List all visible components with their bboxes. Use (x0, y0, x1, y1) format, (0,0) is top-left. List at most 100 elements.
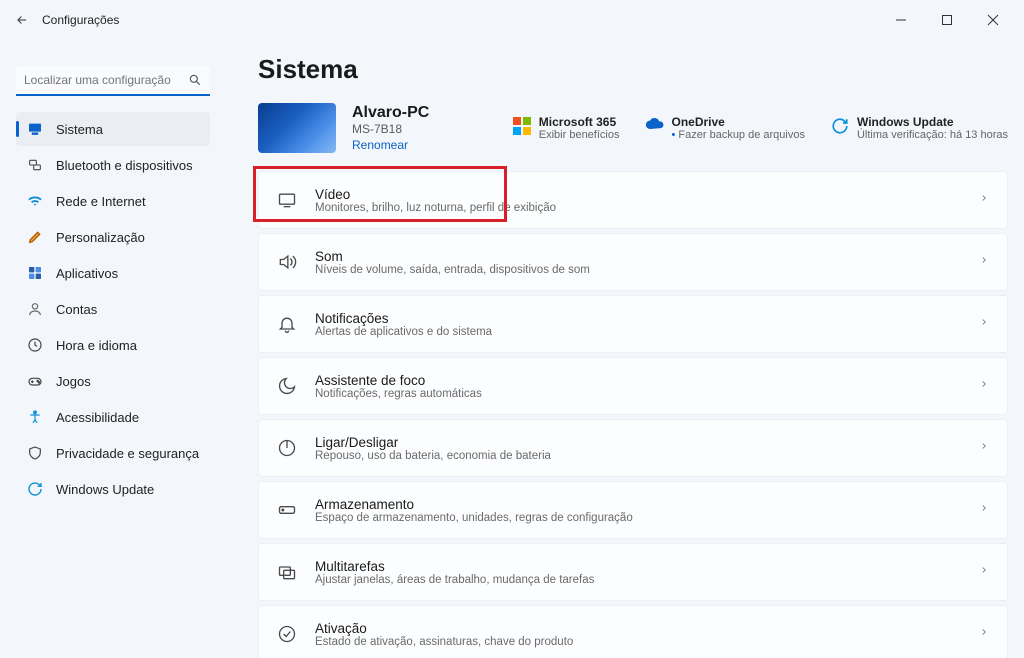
bluetooth-icon (26, 156, 44, 174)
settings-row-multi[interactable]: MultitarefasAjustar janelas, áreas de tr… (258, 543, 1008, 601)
power-icon (277, 438, 297, 458)
sidebar-item-label: Acessibilidade (56, 410, 139, 425)
back-button[interactable] (8, 6, 36, 34)
sistema-icon (26, 120, 44, 138)
sidebar-item-label: Sistema (56, 122, 103, 137)
row-title: Armazenamento (315, 497, 979, 512)
row-subtitle: Monitores, brilho, luz noturna, perfil d… (315, 202, 979, 214)
sidebar-item-sistema[interactable]: Sistema (16, 112, 210, 146)
acessibilidade-icon (26, 408, 44, 426)
window-title: Configurações (42, 13, 119, 27)
sidebar-item-jogos[interactable]: Jogos (16, 364, 210, 398)
device-thumbnail (258, 103, 336, 153)
settings-row-power[interactable]: Ligar/DesligarRepouso, uso da bateria, e… (258, 419, 1008, 477)
row-title: Ligar/Desligar (315, 435, 979, 450)
minimize-button[interactable] (878, 4, 924, 36)
row-title: Assistente de foco (315, 373, 979, 388)
header-link-sub: Fazer backup de arquivos (671, 129, 805, 141)
settings-row-video[interactable]: VídeoMonitores, brilho, luz noturna, per… (258, 171, 1008, 229)
row-subtitle: Notificações, regras automáticas (315, 388, 979, 400)
header-link-m365[interactable]: Microsoft 365Exibir benefícios (513, 115, 620, 141)
row-title: Vídeo (315, 187, 979, 202)
settings-row-som[interactable]: SomNíveis de volume, saída, entrada, dis… (258, 233, 1008, 291)
header-link-title: OneDrive (671, 115, 805, 129)
foco-icon (277, 376, 297, 396)
chevron-right-icon (979, 501, 989, 520)
row-subtitle: Ajustar janelas, áreas de trabalho, muda… (315, 574, 979, 586)
settings-row-ativ[interactable]: AtivaçãoEstado de ativação, assinaturas,… (258, 605, 1008, 658)
sidebar: Sistema Bluetooth e dispositivos Rede e In… (0, 40, 218, 658)
som-icon (277, 252, 297, 272)
sidebar-item-label: Contas (56, 302, 97, 317)
chevron-right-icon (979, 625, 989, 644)
settings-row-foco[interactable]: Assistente de focoNotificações, regras a… (258, 357, 1008, 415)
title-bar: Configurações (0, 0, 1024, 40)
sidebar-item-bluetooth[interactable]: Bluetooth e dispositivos (16, 148, 210, 182)
main-content: Sistema Alvaro-PC MS-7B18 Renomear Micro… (218, 40, 1024, 658)
row-subtitle: Repouso, uso da bateria, economia de bat… (315, 450, 979, 462)
personalizacao-icon (26, 228, 44, 246)
sidebar-item-privacidade[interactable]: Privacidade e segurança (16, 436, 210, 470)
header-links: Microsoft 365Exibir benefícios OneDriveFa… (513, 115, 1008, 141)
search-input[interactable] (16, 66, 210, 96)
video-icon (277, 190, 297, 210)
sidebar-item-label: Aplicativos (56, 266, 118, 281)
row-title: Multitarefas (315, 559, 979, 574)
privacidade-icon (26, 444, 44, 462)
header-link-title: Windows Update (857, 115, 1008, 129)
sidebar-item-rede[interactable]: Rede e Internet (16, 184, 210, 218)
maximize-button[interactable] (924, 4, 970, 36)
header-link-title: Microsoft 365 (539, 115, 620, 129)
chevron-right-icon (979, 191, 989, 210)
sidebar-item-label: Rede e Internet (56, 194, 146, 209)
sidebar-item-label: Bluetooth e dispositivos (56, 158, 193, 173)
sidebar-item-acessibilidade[interactable]: Acessibilidade (16, 400, 210, 434)
chevron-right-icon (979, 315, 989, 334)
header-link-wupdate[interactable]: Windows UpdateÚltima verificação: há 13 … (831, 115, 1008, 141)
hora-icon (26, 336, 44, 354)
notif-icon (277, 314, 297, 334)
header-link-onedrive[interactable]: OneDriveFazer backup de arquivos (645, 115, 805, 141)
sidebar-item-personalizacao[interactable]: Personalização (16, 220, 210, 254)
chevron-right-icon (979, 563, 989, 582)
rename-link[interactable]: Renomear (352, 138, 429, 152)
update-icon (26, 480, 44, 498)
search-wrap (16, 66, 210, 96)
row-title: Ativação (315, 621, 979, 636)
sidebar-item-label: Hora e idioma (56, 338, 137, 353)
row-title: Som (315, 249, 979, 264)
wupdate-icon (831, 117, 849, 135)
row-subtitle: Espaço de armazenamento, unidades, regra… (315, 512, 979, 524)
device-card: Alvaro-PC MS-7B18 Renomear Microsoft 365… (258, 103, 1008, 153)
sidebar-item-hora[interactable]: Hora e idioma (16, 328, 210, 362)
multi-icon (277, 562, 297, 582)
chevron-right-icon (979, 253, 989, 272)
row-subtitle: Estado de ativação, assinaturas, chave d… (315, 636, 979, 648)
sidebar-item-label: Personalização (56, 230, 145, 245)
storage-icon (277, 500, 297, 520)
settings-row-storage[interactable]: ArmazenamentoEspaço de armazenamento, un… (258, 481, 1008, 539)
device-model: MS-7B18 (352, 122, 429, 136)
header-link-sub: Última verificação: há 13 horas (857, 129, 1008, 141)
device-info: Alvaro-PC MS-7B18 Renomear (352, 104, 429, 152)
chevron-right-icon (979, 377, 989, 396)
close-button[interactable] (970, 4, 1016, 36)
settings-rows: VídeoMonitores, brilho, luz noturna, per… (258, 171, 1008, 658)
page-title: Sistema (258, 54, 1008, 85)
row-title: Notificações (315, 311, 979, 326)
aplicativos-icon (26, 264, 44, 282)
onedrive-icon (645, 117, 663, 135)
device-name: Alvaro-PC (352, 104, 429, 122)
sidebar-item-label: Jogos (56, 374, 91, 389)
rede-icon (26, 192, 44, 210)
nav-list: Sistema Bluetooth e dispositivos Rede e In… (16, 112, 210, 506)
ativ-icon (277, 624, 297, 644)
chevron-right-icon (979, 439, 989, 458)
sidebar-item-update[interactable]: Windows Update (16, 472, 210, 506)
settings-row-notif[interactable]: NotificaçõesAlertas de aplicativos e do … (258, 295, 1008, 353)
sidebar-item-aplicativos[interactable]: Aplicativos (16, 256, 210, 290)
sidebar-item-label: Windows Update (56, 482, 154, 497)
row-subtitle: Alertas de aplicativos e do sistema (315, 326, 979, 338)
search-icon (188, 73, 202, 92)
sidebar-item-contas[interactable]: Contas (16, 292, 210, 326)
